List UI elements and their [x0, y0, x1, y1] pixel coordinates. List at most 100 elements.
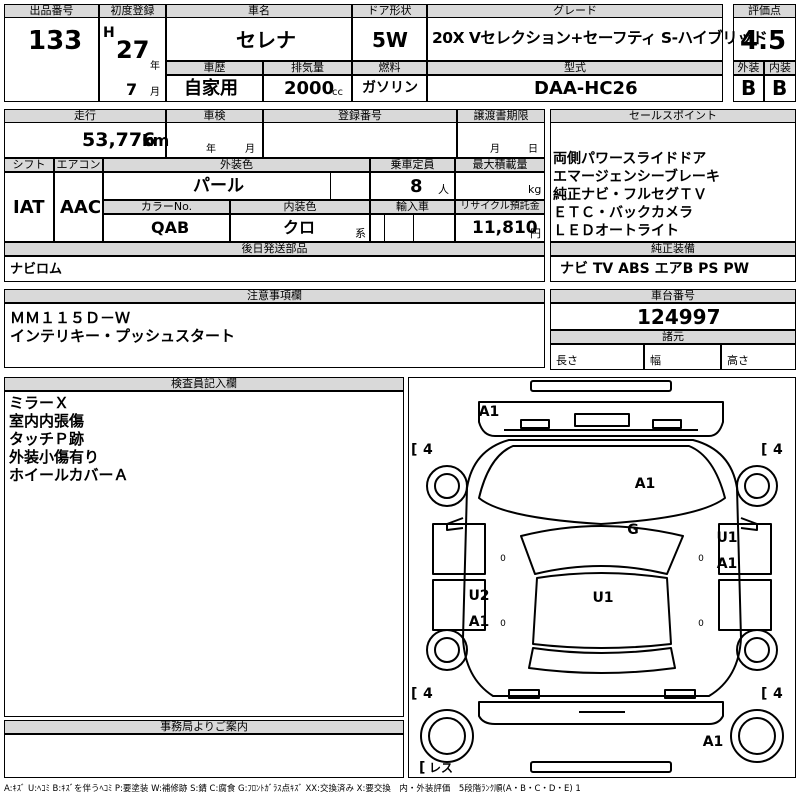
- note-line: ＭＭ１１５Ｄ－Ｗ: [10, 309, 131, 327]
- chassis-value: 124997: [637, 305, 721, 329]
- inspector-line: 室内内張傷: [9, 412, 85, 430]
- inspector-line: タッチＰ跡: [9, 430, 85, 448]
- inspection-year-unit: 年: [206, 144, 216, 155]
- first-reg-month-unit: 月: [150, 87, 160, 98]
- office-label: 事務局よりご案内: [4, 720, 404, 734]
- inspector-line: 外装小傷有り: [9, 448, 100, 466]
- transfer-label: 譲渡書期限: [457, 109, 545, 123]
- grade-label: グレード: [427, 4, 723, 18]
- zero-mark: 0: [500, 554, 506, 564]
- sales-point: 両側パワースライドドア: [553, 151, 707, 167]
- sales-point: ＬＥＤオートライト: [553, 223, 679, 239]
- sales-point: エマージェンシーブレーキ: [553, 169, 720, 185]
- zero-mark: 0: [698, 554, 704, 564]
- recycle-label: リサイクル預託金: [455, 200, 545, 214]
- max-load-unit: kg: [528, 183, 542, 196]
- car-diagram-svg: A1 A1 G U1 A1 U2 A1 U1 A1 0 0 0 0 [ 4 [ …: [411, 380, 784, 776]
- tire-depth-fl: 4: [423, 442, 433, 458]
- svg-text:[: [: [761, 686, 767, 702]
- car-name: セレナ: [236, 28, 296, 52]
- recycle-unit: 円: [530, 227, 541, 240]
- displacement-unit: cc: [332, 87, 343, 98]
- import-label: 輸入車: [370, 200, 455, 214]
- capacity-unit: 人: [438, 183, 449, 196]
- later-parts-label: 後日発送部品: [4, 242, 545, 256]
- lot-number: 133: [28, 26, 83, 56]
- inspector-line: ミラーＸ: [9, 394, 70, 412]
- inspection-month-unit: 月: [245, 144, 255, 155]
- damage-mark: A1: [703, 734, 724, 750]
- capacity-value: 8: [410, 176, 423, 197]
- recycle-value: 11,810: [472, 218, 538, 238]
- damage-mark: A1: [717, 556, 738, 572]
- color-no-label: カラーNo.: [103, 200, 230, 214]
- int-color-value: クロ: [283, 218, 316, 237]
- first-reg-year-unit: 年: [150, 61, 160, 72]
- import-sub: [384, 214, 414, 242]
- damage-mark: A1: [479, 404, 500, 420]
- mileage-label: 走行: [4, 109, 166, 123]
- inspector-list: ミラーＸ 室内内張傷 タッチＰ跡 外装小傷有り ホイールカバーＡ: [9, 394, 129, 484]
- sales-point: ＥＴＣ・バックカメラ: [553, 205, 693, 221]
- grade-value: 20X Vセレクション+セーフティ S-ハイブリッド: [432, 29, 768, 47]
- transfer-day-unit: 日: [528, 144, 538, 155]
- ext-color-value: パール: [193, 176, 244, 196]
- damage-mark: A1: [635, 476, 656, 492]
- damage-mark: U1: [592, 590, 613, 606]
- score-ext: B: [741, 76, 757, 100]
- tire-depth-fr: 4: [773, 442, 783, 458]
- score-value: 4.5: [740, 26, 787, 56]
- score-int-label: 内装: [764, 61, 796, 75]
- notes-label: 注意事項欄: [4, 289, 545, 303]
- inspector-line: ホイールカバーＡ: [9, 466, 129, 484]
- note-line: インテリキー・プッシュスタート: [10, 327, 236, 345]
- max-load-label: 最大積載量: [455, 158, 545, 172]
- equipment-label: 純正装備: [550, 242, 796, 256]
- reg-no-label: 登録番号: [263, 109, 457, 123]
- office-cell: [4, 734, 404, 778]
- car-name-label: 車名: [166, 4, 352, 18]
- first-reg-year: 27: [116, 36, 150, 64]
- model-label: 型式: [427, 61, 723, 75]
- zero-mark: 0: [500, 619, 506, 629]
- displacement-value: 2000: [284, 78, 335, 99]
- damage-mark: U1: [716, 530, 737, 546]
- later-parts-cell: [4, 256, 545, 282]
- first-reg-label: 初度登録: [99, 4, 166, 18]
- capacity-label: 乗車定員: [370, 158, 455, 172]
- spare-tire: レス: [429, 761, 453, 775]
- first-reg-era: H: [103, 25, 115, 41]
- color-no-value: QAB: [151, 218, 190, 237]
- score-label: 評価点: [733, 4, 796, 18]
- damage-mark: A1: [469, 614, 490, 630]
- tire-depth-rl: 4: [423, 686, 433, 702]
- tire-depth-rr: 4: [773, 686, 783, 702]
- shift-value: IAT: [13, 197, 45, 218]
- inspector-label: 検査員記入欄: [4, 377, 404, 391]
- sales-point: 純正ナビ・フルセグＴＶ: [553, 187, 707, 203]
- aircon-label: エアコン: [54, 158, 103, 172]
- history-label: 車歴: [166, 61, 263, 75]
- door-label: ドア形状: [352, 4, 427, 18]
- fuel-label: 燃料: [352, 61, 427, 75]
- aircon-value: AAC: [60, 197, 102, 218]
- chassis-label: 車台番号: [550, 289, 796, 303]
- dims-length: 長さ: [556, 354, 578, 367]
- int-color-label: 内装色: [230, 200, 370, 214]
- svg-text:[: [: [411, 686, 417, 702]
- svg-text:[: [: [411, 442, 417, 458]
- svg-text:[: [: [761, 442, 767, 458]
- door-value: 5W: [372, 28, 408, 52]
- sales-points-list: 両側パワースライドドア エマージェンシーブレーキ 純正ナビ・フルセグＴＶ ＥＴＣ…: [553, 150, 720, 240]
- transfer-month-unit: 月: [490, 144, 500, 155]
- ext-color-sub: [330, 172, 370, 200]
- dims-height: 高さ: [727, 354, 749, 367]
- equipment-value: ナビ TV ABS エアB PS PW: [560, 261, 750, 277]
- fuel-value: ガソリン: [362, 80, 418, 96]
- first-reg-month: 7: [126, 80, 138, 99]
- later-parts-value: ナビロム: [10, 262, 63, 277]
- inspection-label: 車検: [166, 109, 263, 123]
- model-value: DAA-HC26: [534, 78, 638, 99]
- shift-label: シフト: [4, 158, 54, 172]
- lot-label: 出品番号: [4, 4, 99, 18]
